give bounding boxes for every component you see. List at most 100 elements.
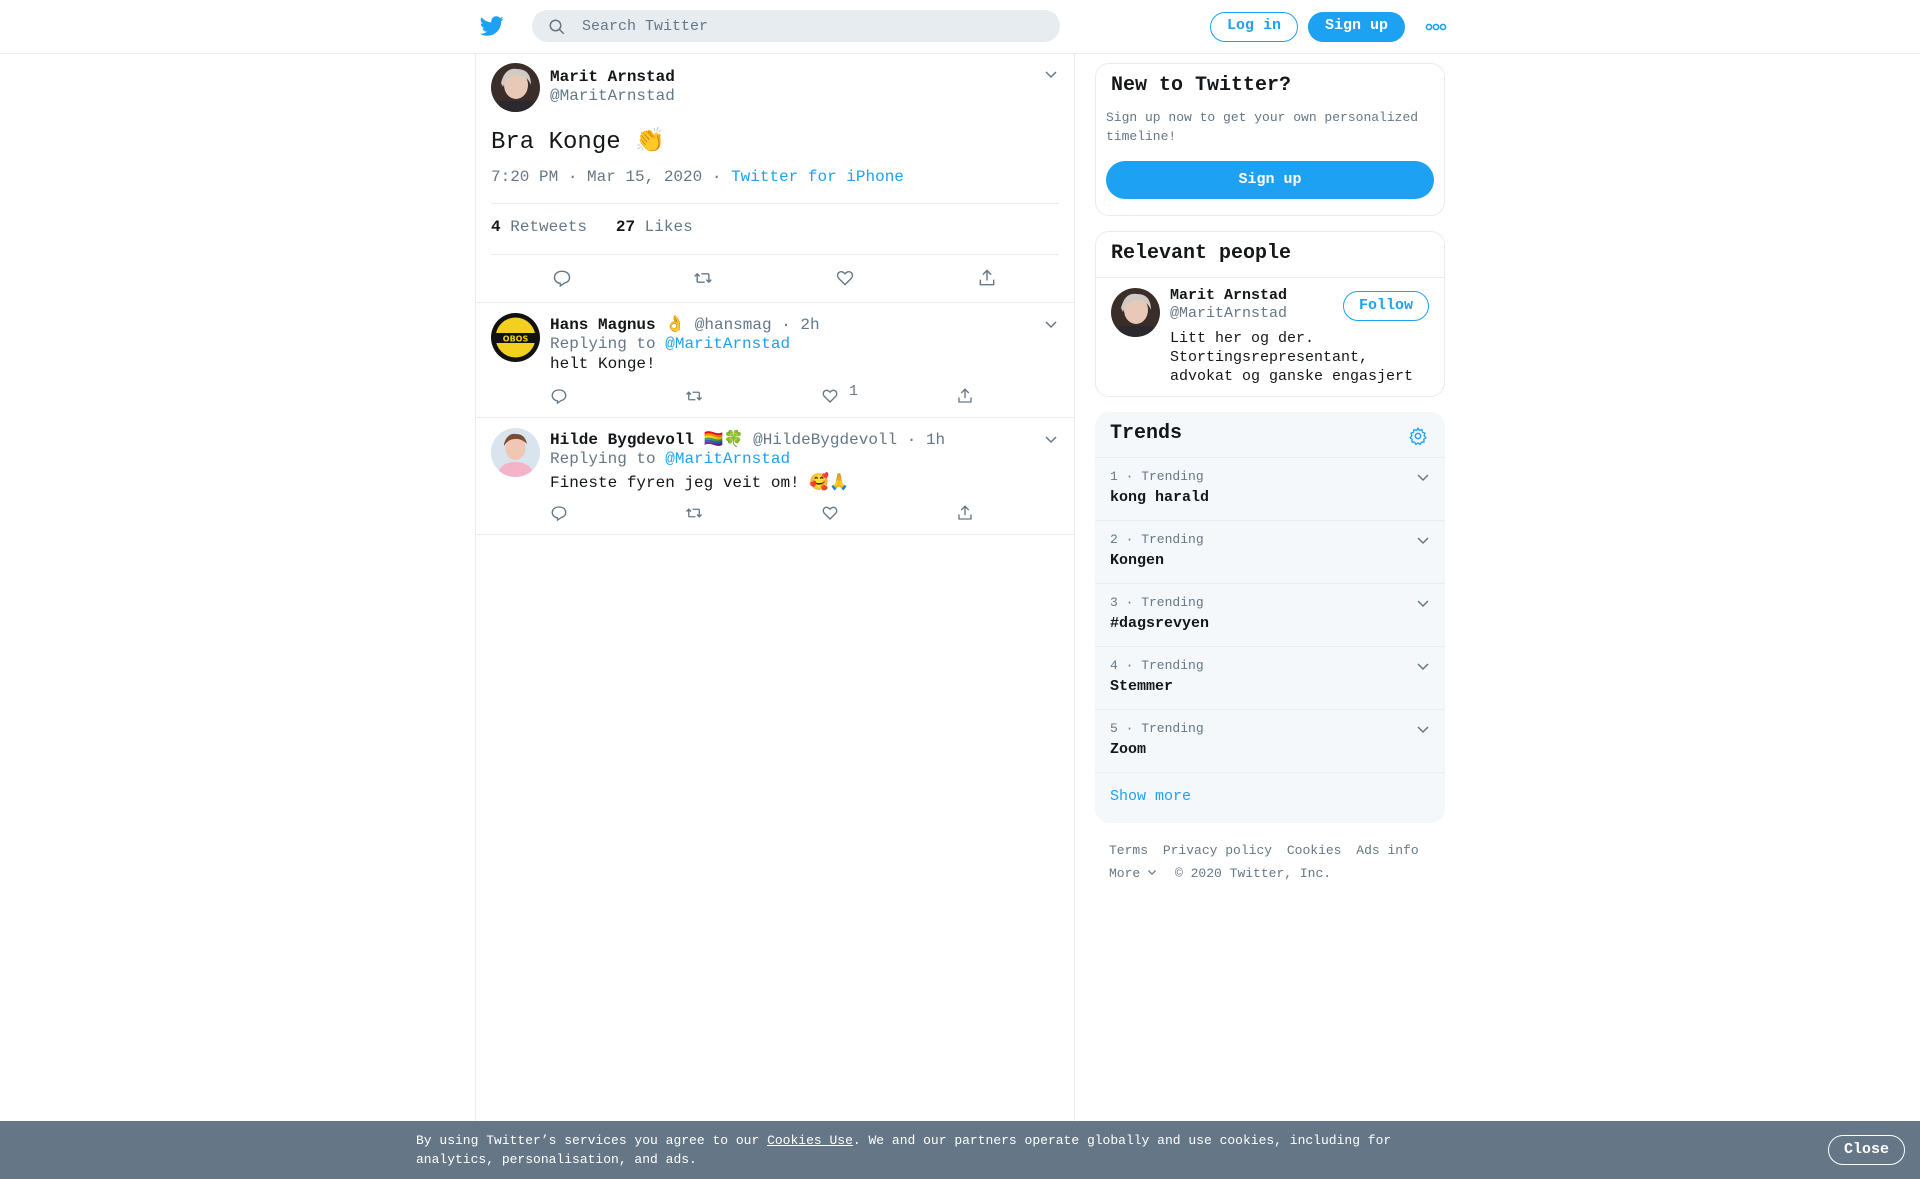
gear-icon[interactable]	[1408, 426, 1428, 446]
reply-icon[interactable]	[550, 387, 568, 405]
footer-links: Terms Privacy policy Cookies Ads info Mo…	[1109, 839, 1429, 885]
search-box[interactable]	[532, 10, 1060, 42]
footer-more[interactable]: More	[1109, 866, 1157, 881]
like-icon[interactable]	[821, 387, 839, 405]
like-icon[interactable]	[821, 504, 839, 522]
follow-button[interactable]: Follow	[1343, 291, 1429, 321]
retweet-icon[interactable]	[685, 504, 703, 522]
author-name[interactable]: Hilde Bygdevoll	[550, 431, 694, 449]
tweet-text: Bra Konge 👏	[491, 129, 665, 156]
author-emoji: 🏳️‍🌈🍀	[703, 431, 744, 449]
replying-prefix: Replying to	[550, 450, 656, 468]
retweet-icon[interactable]	[685, 387, 703, 405]
trend-list: 1 · Trending kong harald 2 · Trending Ko…	[1095, 457, 1445, 823]
trend-rank: 2 · Trending	[1110, 532, 1204, 547]
replying-to-link[interactable]: @MaritArnstad	[665, 450, 790, 468]
like-icon[interactable]	[835, 268, 855, 288]
replying-to-link[interactable]: @MaritArnstad	[665, 335, 790, 353]
reply-header: Hans Magnus 👌 @hansmag · 2h	[550, 314, 820, 334]
author-name[interactable]: Hans Magnus	[550, 316, 656, 334]
trend-item[interactable]: 4 · Trending Stemmer	[1095, 646, 1445, 709]
trend-label: Stemmer	[1110, 678, 1174, 695]
reply-text: helt Konge!	[550, 355, 656, 373]
share-icon[interactable]	[956, 387, 974, 405]
trend-item[interactable]: 2 · Trending Kongen	[1095, 520, 1445, 583]
avatar[interactable]	[491, 428, 540, 477]
footer-link-ads[interactable]: Ads info	[1356, 843, 1418, 858]
tweet-meta: 7:20 PM · Mar 15, 2020 · Twitter for iPh…	[491, 168, 904, 186]
show-more-row: Show more	[1095, 772, 1445, 823]
author-handle[interactable]: @HildeBygdevoll	[753, 431, 897, 449]
chevron-down-icon[interactable]	[1416, 470, 1430, 484]
trend-label: kong harald	[1110, 489, 1210, 506]
footer-link-privacy[interactable]: Privacy policy	[1163, 843, 1272, 858]
search-input[interactable]	[582, 10, 1042, 42]
trend-label: Kongen	[1110, 552, 1165, 569]
twitter-logo-icon[interactable]	[479, 14, 505, 38]
meta-separator: ·	[711, 168, 722, 186]
chevron-down-icon[interactable]	[1416, 596, 1430, 610]
signup-button[interactable]: Sign up	[1106, 161, 1434, 199]
retweets-stat[interactable]: 4 Retweets	[491, 218, 587, 236]
trend-rank: 1 · Trending	[1110, 469, 1204, 484]
chevron-down-icon[interactable]	[1416, 533, 1430, 547]
footer-more-label: More	[1109, 866, 1141, 881]
retweet-icon[interactable]	[693, 268, 713, 288]
tweet-time[interactable]: 7:20 PM · Mar 15, 2020	[491, 168, 702, 186]
avatar[interactable]	[1111, 288, 1160, 337]
share-icon[interactable]	[977, 268, 997, 288]
reply-text: Fineste fyren jeg veit om! 🥰🙏	[550, 474, 850, 492]
trends-card: Trends 1 · Trending kong harald 2 · Tren…	[1095, 412, 1445, 823]
show-more-link[interactable]: Show more	[1110, 788, 1191, 805]
tweet-age[interactable]: · 2h	[781, 316, 819, 334]
reply-header: Hilde Bygdevoll 🏳️‍🌈🍀 @HildeBygdevoll · …	[550, 429, 945, 449]
close-button[interactable]: Close	[1828, 1135, 1905, 1165]
divider	[491, 203, 1059, 204]
author-name[interactable]: Marit Arnstad	[550, 68, 675, 86]
likes-label: Likes	[644, 218, 693, 236]
replying-prefix: Replying to	[550, 335, 656, 353]
chevron-down-icon[interactable]	[1044, 317, 1058, 331]
trend-item[interactable]: 1 · Trending kong harald	[1095, 457, 1445, 520]
trend-item[interactable]: 5 · Trending Zoom	[1095, 709, 1445, 772]
search-icon	[549, 19, 565, 35]
share-icon[interactable]	[956, 504, 974, 522]
cookie-prefix: By using Twitter’s services you agree to…	[416, 1133, 760, 1148]
avatar[interactable]	[491, 63, 540, 112]
author-handle[interactable]: @hansmag	[695, 316, 772, 334]
card-title: Relevant people	[1111, 242, 1292, 265]
trend-item[interactable]: 3 · Trending #dagsrevyen	[1095, 583, 1445, 646]
reply-tweet[interactable]: Hilde Bygdevoll 🏳️‍🌈🍀 @HildeBygdevoll · …	[476, 418, 1074, 535]
reply-icon[interactable]	[550, 504, 568, 522]
like-count: 1	[849, 383, 859, 400]
trend-label: #dagsrevyen	[1110, 615, 1210, 632]
likes-stat[interactable]: 27 Likes	[616, 218, 693, 236]
divider	[491, 254, 1059, 255]
footer-link-cookies[interactable]: Cookies	[1287, 843, 1342, 858]
footer-link-terms[interactable]: Terms	[1109, 843, 1148, 858]
chevron-down-icon[interactable]	[1416, 659, 1430, 673]
card-title: New to Twitter?	[1111, 74, 1292, 97]
trend-rank: 3 · Trending	[1110, 595, 1204, 610]
cookie-policy-link[interactable]: Cookies Use	[767, 1133, 853, 1148]
person-handle[interactable]: @MaritArnstad	[1170, 305, 1287, 322]
tweet-age[interactable]: · 1h	[907, 431, 945, 449]
new-to-twitter-card: New to Twitter? Sign up now to get your …	[1095, 63, 1445, 216]
replying-to: Replying to @MaritArnstad	[550, 335, 790, 353]
retweets-count: 4	[491, 218, 501, 236]
chevron-down-icon[interactable]	[1044, 432, 1058, 446]
chevron-down-icon[interactable]	[1416, 722, 1430, 736]
avatar[interactable]: OBOS	[491, 313, 540, 362]
chevron-down-icon[interactable]	[1044, 67, 1058, 81]
engagement-counts: 4 Retweets 27 Likes	[491, 218, 693, 236]
person-bio: Litt her og der. Stortingsrepresentant, …	[1170, 330, 1414, 385]
person-name[interactable]: Marit Arnstad	[1170, 287, 1287, 304]
card-text: Sign up now to get your own personalized…	[1106, 110, 1419, 144]
reply-icon[interactable]	[552, 268, 572, 288]
login-button[interactable]: Log in	[1210, 12, 1298, 42]
signup-button[interactable]: Sign up	[1308, 12, 1405, 42]
tweet-source-link[interactable]: Twitter for iPhone	[731, 168, 904, 186]
reply-tweet[interactable]: OBOS Hans Magnus 👌 @hansmag · 2h Replyin…	[476, 303, 1074, 418]
more-options-icon[interactable]	[1425, 22, 1447, 32]
author-handle[interactable]: @MaritArnstad	[550, 87, 675, 105]
